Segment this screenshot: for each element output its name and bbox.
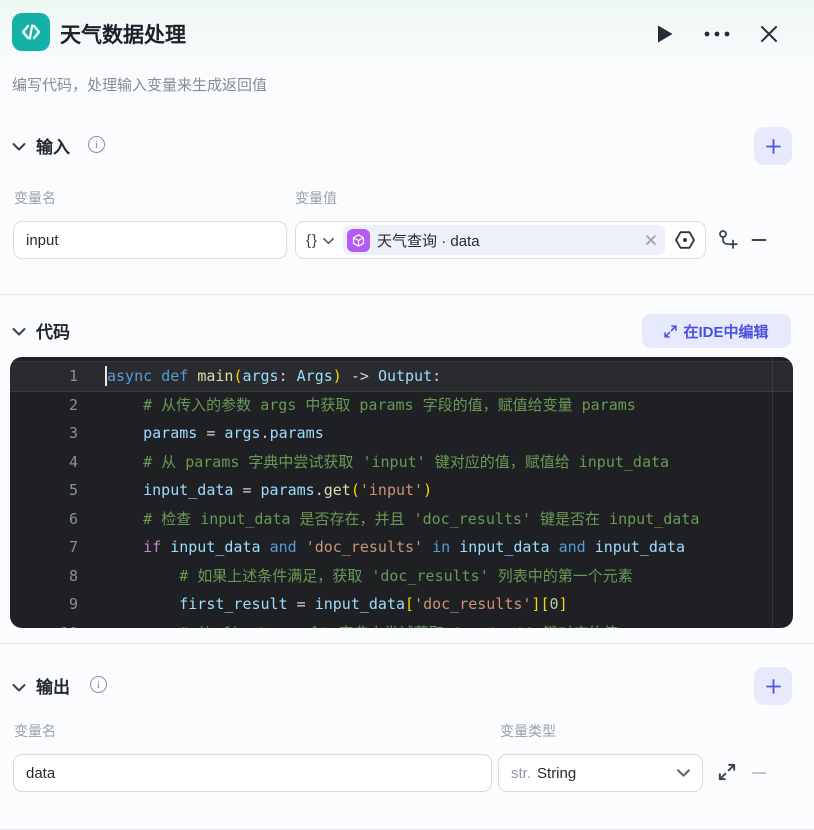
line-code: # 从 first_result 字典中尝试获取 'content' 键对应的值	[78, 619, 618, 629]
clear-reference-icon[interactable]	[645, 234, 657, 246]
output-type-select[interactable]: str. String	[498, 754, 703, 792]
editor-scrollbar[interactable]	[772, 357, 773, 628]
code-editor-lines: 1async def main(args: Args) -> Output:2 …	[10, 362, 793, 628]
line-number: 8	[10, 562, 78, 591]
line-number: 9	[10, 590, 78, 619]
ellipsis-icon	[704, 31, 730, 37]
line-number: 6	[10, 505, 78, 534]
input-variable-name-field[interactable]	[13, 221, 287, 259]
line-number: 7	[10, 533, 78, 562]
line-number: 3	[10, 419, 78, 448]
more-button[interactable]	[702, 21, 732, 47]
code-line-8[interactable]: 8 # 如果上述条件满足，获取 'doc_results' 列表中的第一个元素	[10, 562, 793, 591]
section-divider	[0, 294, 814, 295]
type-prefix-badge: str.	[511, 765, 531, 782]
code-line-2[interactable]: 2 # 从传入的参数 args 中获取 params 字段的值，赋值给变量 pa…	[10, 391, 793, 420]
plus-icon	[766, 139, 781, 154]
code-brackets-icon	[19, 20, 43, 44]
output-variable-name-field[interactable]	[13, 754, 492, 792]
input-section-title: 输入	[36, 133, 70, 158]
text-cursor	[105, 366, 107, 386]
reference-label: 天气查询 · data	[377, 230, 639, 251]
play-icon	[656, 24, 674, 44]
line-code: # 检查 input_data 是否存在，并且 'doc_results' 键是…	[78, 505, 699, 534]
add-output-button[interactable]	[754, 667, 792, 705]
code-node-icon	[12, 13, 50, 51]
code-line-3[interactable]: 3 params = args.params	[10, 419, 793, 448]
input-value-selector[interactable]: {} 天气查询 · data	[295, 221, 706, 259]
remove-input-row-icon[interactable]	[750, 231, 768, 249]
expand-output-icon[interactable]	[716, 761, 738, 783]
output-collapse-chevron-icon[interactable]	[12, 681, 26, 695]
line-number: 1	[10, 362, 78, 391]
run-button[interactable]	[650, 21, 680, 47]
code-line-1[interactable]: 1async def main(args: Args) -> Output:	[10, 362, 793, 391]
line-code: # 如果上述条件满足，获取 'doc_results' 列表中的第一个元素	[78, 562, 633, 591]
code-line-10[interactable]: 10 # 从 first_result 字典中尝试获取 'content' 键对…	[10, 619, 793, 629]
line-code: # 从 params 字典中尝试获取 'input' 键对应的值，赋值给 inp…	[78, 448, 669, 477]
output-info-icon[interactable]: i	[90, 676, 107, 693]
line-code: if input_data and 'doc_results' in input…	[78, 533, 685, 562]
input-name-column-label: 变量名	[14, 188, 56, 208]
output-name-column-label: 变量名	[14, 721, 56, 741]
input-value-column-label: 变量值	[295, 188, 337, 208]
code-line-5[interactable]: 5 input_data = params.get('input')	[10, 476, 793, 505]
code-editor[interactable]: 1async def main(args: Args) -> Output:2 …	[10, 357, 793, 628]
line-code: first_result = input_data['doc_results']…	[78, 590, 568, 619]
add-input-button[interactable]	[754, 127, 792, 165]
plus-icon	[766, 679, 781, 694]
line-code: async def main(args: Args) -> Output:	[78, 362, 441, 391]
line-code: params = args.params	[78, 419, 324, 448]
page-title: 天气数据处理	[60, 19, 186, 49]
node-description: 编写代码，处理输入变量来生成返回值	[12, 74, 267, 95]
add-child-variable-icon[interactable]	[717, 229, 739, 251]
code-node-panel: 天气数据处理 编写代码，处理输入变量来生成返回值 输入 i 变量名 变量值 {}	[0, 0, 814, 830]
input-collapse-chevron-icon[interactable]	[12, 140, 26, 154]
code-line-6[interactable]: 6 # 检查 input_data 是否存在，并且 'doc_results' …	[10, 505, 793, 534]
output-section-title: 输出	[36, 673, 70, 698]
input-info-icon[interactable]: i	[88, 136, 105, 153]
code-section-title: 代码	[36, 318, 70, 343]
code-line-9[interactable]: 9 first_result = input_data['doc_results…	[10, 590, 793, 619]
expand-diagonal-icon	[664, 325, 677, 338]
plugin-cube-icon	[347, 229, 370, 252]
code-line-7[interactable]: 7 if input_data and 'doc_results' in inp…	[10, 533, 793, 562]
select-chevron-icon	[677, 767, 690, 780]
remove-output-row-icon[interactable]	[750, 764, 768, 782]
edit-in-ide-button[interactable]: 在IDE中编辑	[642, 314, 791, 348]
value-type-chevron-icon	[323, 236, 334, 247]
line-number: 10	[10, 619, 78, 629]
line-number: 5	[10, 476, 78, 505]
close-icon	[759, 24, 779, 44]
code-line-4[interactable]: 4 # 从 params 字典中尝试获取 'input' 键对应的值，赋值给 i…	[10, 448, 793, 477]
section-divider	[0, 643, 814, 644]
variable-reference-pill[interactable]: 天气查询 · data	[343, 225, 665, 255]
output-type-column-label: 变量类型	[500, 721, 556, 741]
line-code: # 从传入的参数 args 中获取 params 字段的值，赋值给变量 para…	[78, 391, 636, 420]
line-number: 2	[10, 391, 78, 420]
value-type-toggle[interactable]: {}	[306, 232, 318, 249]
type-name: String	[537, 765, 677, 782]
edit-in-ide-label: 在IDE中编辑	[683, 321, 768, 342]
line-number: 4	[10, 448, 78, 477]
value-settings-hexagon-icon[interactable]	[673, 228, 697, 252]
line-code: input_data = params.get('input')	[78, 476, 432, 505]
close-button[interactable]	[754, 21, 784, 47]
code-collapse-chevron-icon[interactable]	[12, 325, 26, 339]
